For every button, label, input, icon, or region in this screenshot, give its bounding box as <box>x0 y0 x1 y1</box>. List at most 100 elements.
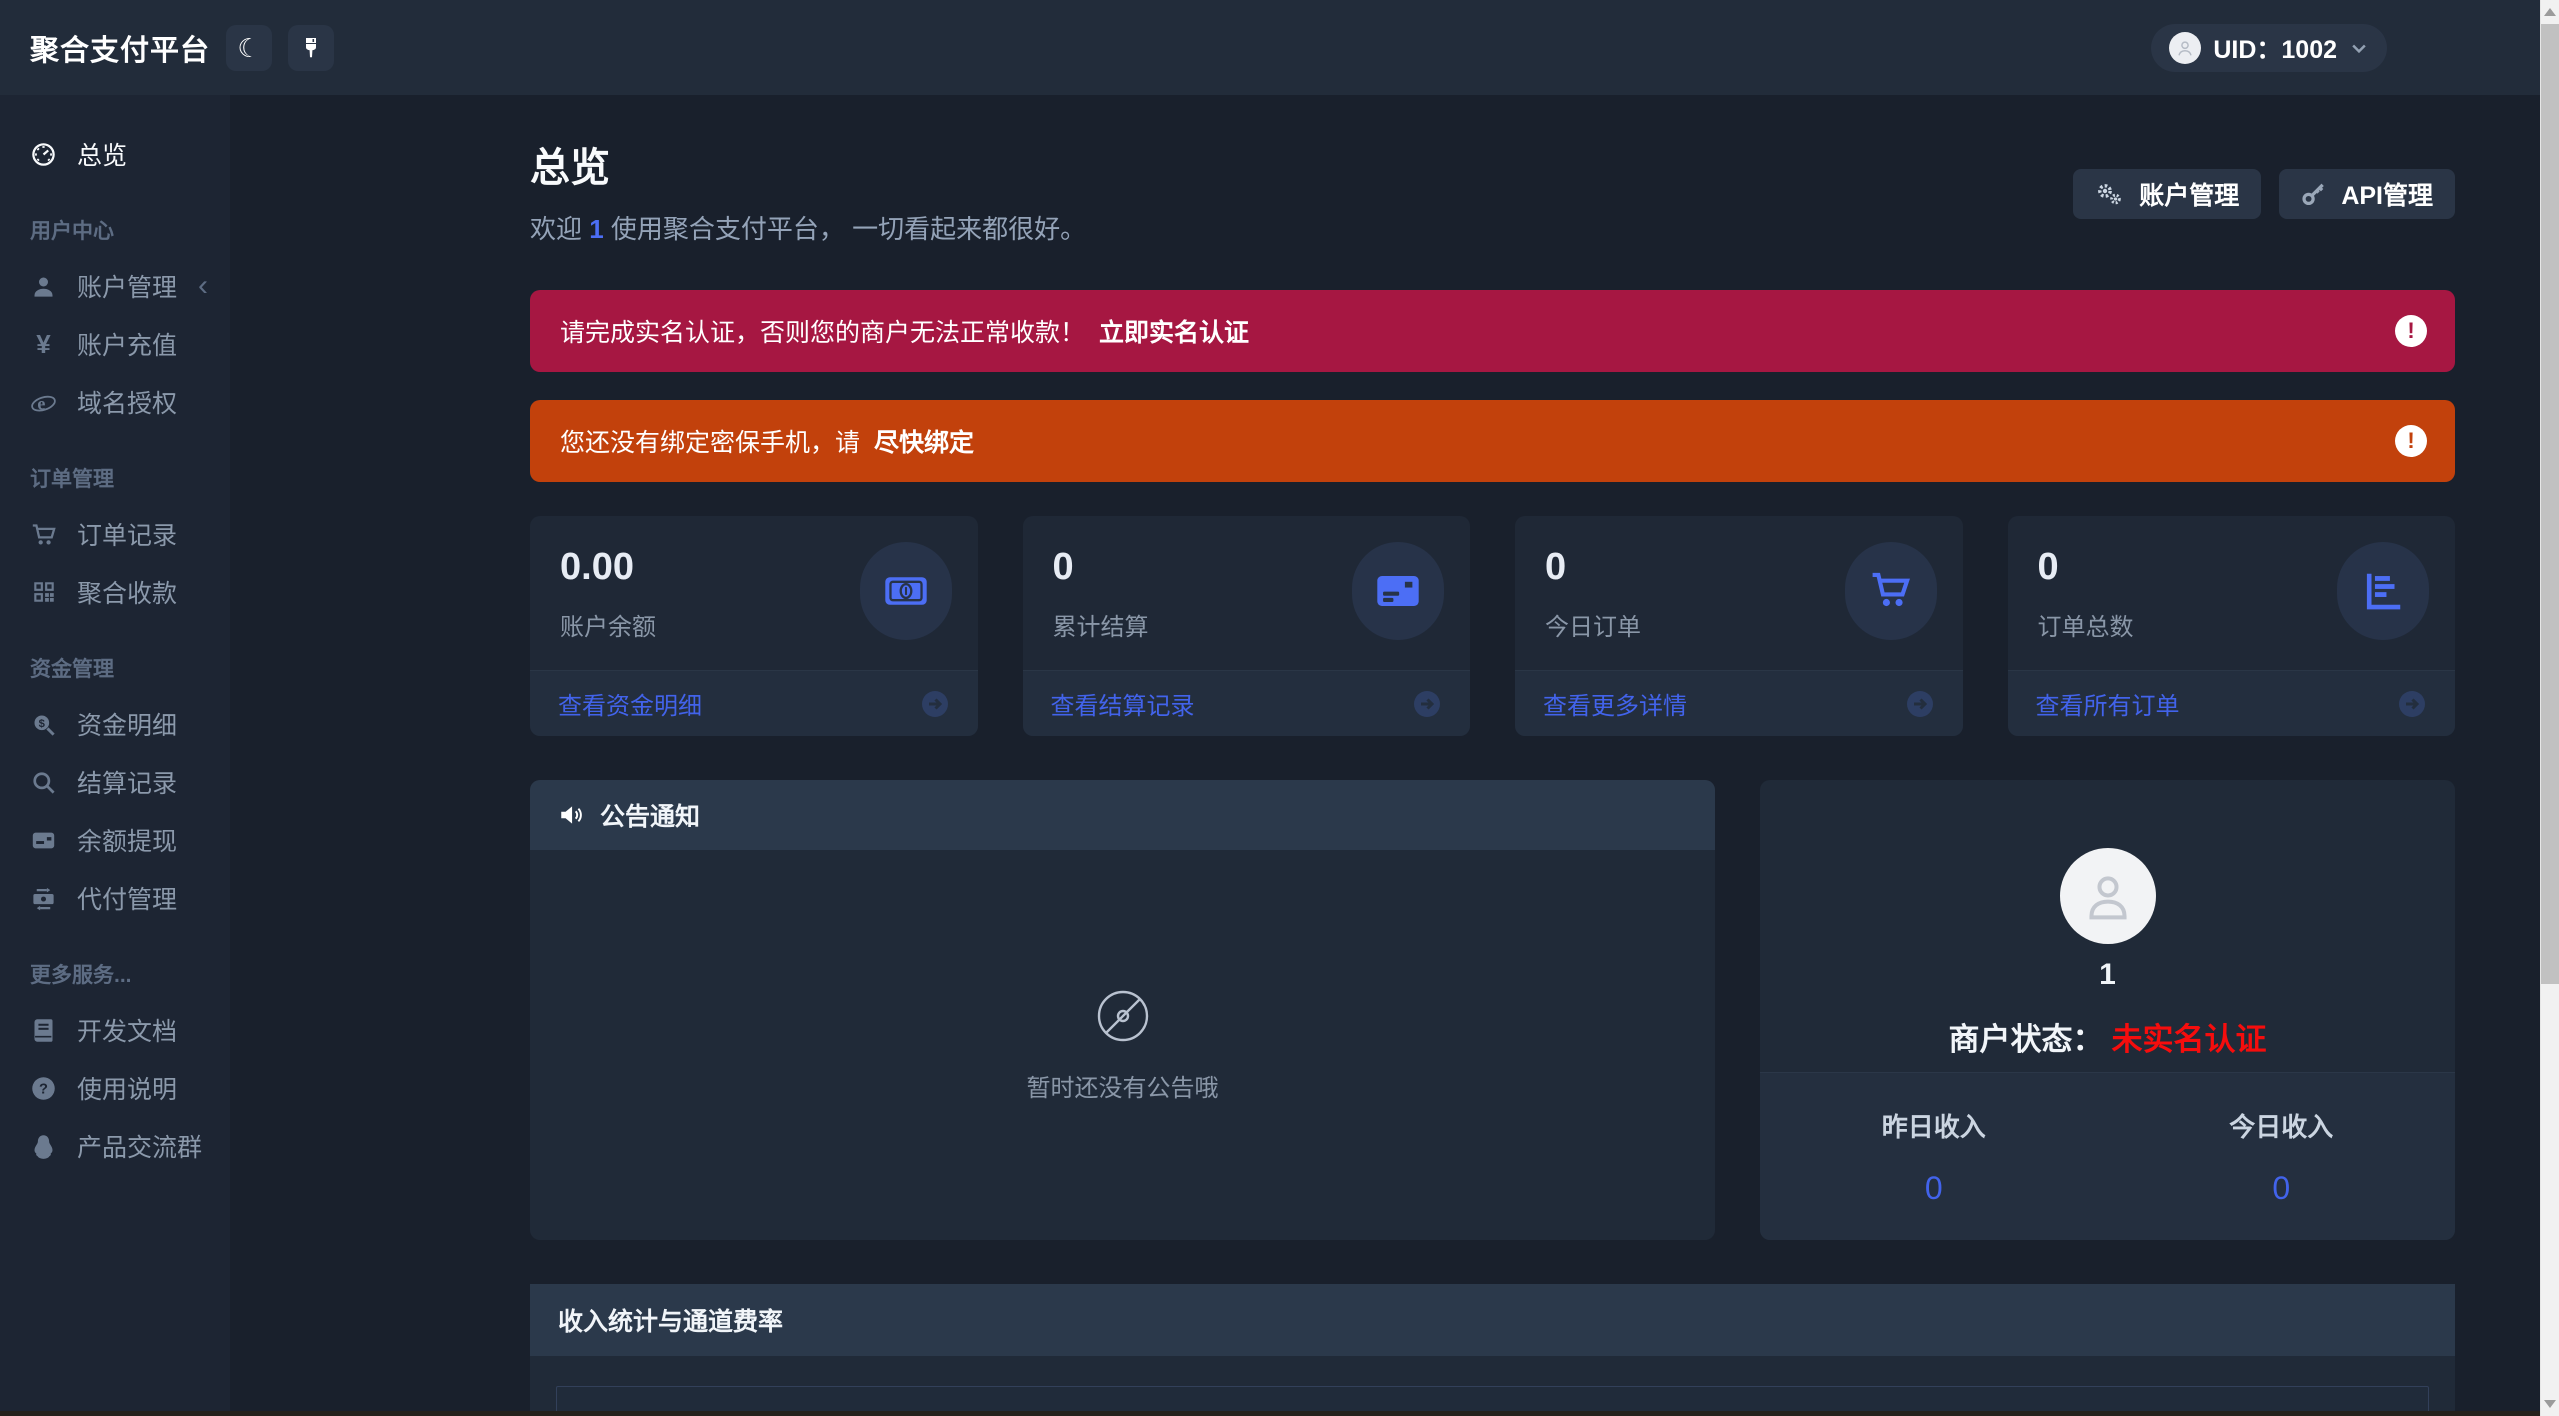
sidebar-item-label: 账户充值 <box>77 332 178 360</box>
sidebar-item-label: 使用说明 <box>77 1076 178 1104</box>
yesterday-income-value: 0 <box>1924 1169 1943 1206</box>
welcome-prefix: 欢迎 <box>530 214 590 244</box>
total-orders-footer-link[interactable]: 查看所有订单 <box>2007 670 2455 736</box>
gears-icon <box>2095 181 2125 207</box>
merchant-income-footer: 昨日收入 0 今日收入 0 <box>1760 1072 2455 1240</box>
stat-card-body: 0.00 账户余额 <box>530 516 978 670</box>
sidebar-item-label: 结算记录 <box>77 770 178 798</box>
user-menu[interactable]: UID：1002 <box>2151 24 2387 72</box>
sidebar-item-label: 订单记录 <box>77 522 178 550</box>
scrollbar-up-button[interactable] <box>2541 0 2559 24</box>
sidebar-item-label: 资金明细 <box>77 712 178 740</box>
sidebar-nav: 总览 用户中心 账户管理 ‹ ¥ 账户充值 e 域名授权 订单管理 订单记录 聚… <box>0 95 230 1416</box>
sidebar-item-label: 账户管理 <box>77 274 178 302</box>
page-actions: 账户管理 API管理 <box>2073 169 2455 219</box>
realname-alert-link[interactable]: 立即实名认证 <box>1099 313 1249 349</box>
page-header: 总览 欢迎 1 使用聚合支付平台， 一切看起来都很好。 账户管理 API管理 <box>530 135 2455 246</box>
chevron-left-icon: ‹ <box>198 269 208 302</box>
sidebar-item-usage-guide[interactable]: ? 使用说明 <box>0 1059 230 1117</box>
merchant-status-panel: 1 商户状态： 未实名认证 昨日收入 0 今日收入 0 <box>1760 780 2455 1240</box>
dark-mode-button[interactable]: ☾ <box>226 24 273 71</box>
cart-icon <box>1844 542 1937 640</box>
stat-card-settled: 0 累计结算 查看结算记录 <box>1022 516 1471 736</box>
sidebar-section-user-center: 用户中心 <box>30 220 114 243</box>
welcome-suffix: 使用聚合支付平台， 一切看起来都很好。 <box>603 214 1087 244</box>
today-orders-footer-link[interactable]: 查看更多详情 <box>1515 670 1963 736</box>
arrow-circle-right-icon <box>2397 689 2427 719</box>
sidebar-item-settle-records[interactable]: 结算记录 <box>0 753 230 811</box>
api-manage-button[interactable]: API管理 <box>2279 169 2455 219</box>
today-income-value: 0 <box>2272 1169 2291 1206</box>
sidebar-item-domain-auth[interactable]: e 域名授权 <box>0 373 230 431</box>
merchant-avatar <box>2059 848 2156 944</box>
account-manage-button[interactable]: 账户管理 <box>2073 169 2262 219</box>
arrow-circle-right-icon <box>1412 689 1442 719</box>
book-icon <box>30 1017 57 1044</box>
stat-card-balance: 0.00 账户余额 查看资金明细 <box>530 516 978 736</box>
income-stats-panel: 收入统计与通道费率 <box>530 1284 2455 1416</box>
income-stats-body <box>530 1356 2455 1416</box>
vertical-scrollbar[interactable] <box>2540 0 2559 1416</box>
announcement-empty-text: 暂时还没有公告哦 <box>1026 1074 1219 1102</box>
theme-button[interactable] <box>288 24 335 71</box>
sidebar-section-order-manage: 订单管理 <box>30 468 114 491</box>
credit-card-icon <box>30 827 57 854</box>
sidebar-item-label: 代付管理 <box>77 886 178 914</box>
account-manage-label: 账户管理 <box>2139 182 2240 210</box>
sidebar-item-label: 开发文档 <box>77 1018 178 1046</box>
sidebar-item-fund-details[interactable]: $ 资金明细 <box>0 695 230 753</box>
scrollbar-down-button[interactable] <box>2541 1392 2559 1416</box>
sidebar-item-label: 聚合收款 <box>77 580 178 608</box>
api-manage-label: API管理 <box>2341 182 2433 210</box>
sidebar-item-dev-docs[interactable]: 开发文档 <box>0 1001 230 1059</box>
settled-footer-link[interactable]: 查看结算记录 <box>1022 670 1470 736</box>
uid-label: UID：1002 <box>2213 36 2337 64</box>
announcement-panel: 公告通知 暂时还没有公告哦 <box>530 780 1715 1240</box>
welcome-uid: 1 <box>589 214 604 244</box>
sidebar-item-label: 余额提现 <box>77 828 178 856</box>
key-icon <box>2301 181 2327 207</box>
chevron-down-icon <box>2349 38 2369 58</box>
sidebar-item-account-recharge[interactable]: ¥ 账户充值 <box>0 315 230 373</box>
stat-card-body: 0 今日订单 <box>1515 516 1963 670</box>
sidebar-item-balance-withdraw[interactable]: 余额提现 <box>0 811 230 869</box>
cart-icon <box>30 521 57 548</box>
globe-e-icon: e <box>30 389 57 416</box>
no-disc-icon <box>1095 988 1151 1044</box>
income-stats-header: 收入统计与通道费率 <box>530 1284 2455 1356</box>
merchant-status-label: 商户状态： <box>1948 1022 2104 1057</box>
balance-link-label[interactable]: 查看资金明细 <box>558 686 702 721</box>
sidebar-item-label: 域名授权 <box>77 390 178 418</box>
phone-bind-alert-link[interactable]: 尽快绑定 <box>874 423 974 459</box>
user-icon <box>30 273 57 300</box>
yesterday-income-label: 昨日收入 <box>1881 1111 1986 1142</box>
yesterday-income: 昨日收入 0 <box>1760 1073 2108 1240</box>
arrow-circle-right-icon <box>920 689 950 719</box>
phone-bind-alert-text: 您还没有绑定密保手机，请 <box>560 429 861 457</box>
sidebar-section-more-services: 更多服务... <box>30 964 132 987</box>
sidebar-item-aggregate-collect[interactable]: 聚合收款 <box>0 563 230 621</box>
balance-footer-link[interactable]: 查看资金明细 <box>530 670 978 736</box>
sidebar-item-account-manage[interactable]: 账户管理 ‹ <box>0 257 230 315</box>
stat-card-body: 0 累计结算 <box>1023 516 1471 670</box>
scrollbar-thumb[interactable] <box>2541 24 2559 984</box>
sidebar-item-product-group[interactable]: 产品交流群 <box>0 1117 230 1175</box>
total-orders-link-label[interactable]: 查看所有订单 <box>2036 686 2180 721</box>
sidebar-item-payout-manage[interactable]: 代付管理 <box>0 869 230 927</box>
realname-alert-text: 请完成实名认证，否则您的商户无法正常收款！ <box>560 319 1086 347</box>
today-orders-link-label[interactable]: 查看更多详情 <box>1543 686 1687 721</box>
sidebar-item-overview[interactable]: 总览 <box>0 125 230 183</box>
phone-bind-alert: 您还没有绑定密保手机，请 尽快绑定 ! <box>530 400 2455 482</box>
speaker-icon <box>558 802 584 828</box>
brush-icon <box>299 36 323 60</box>
sidebar-item-order-records[interactable]: 订单记录 <box>0 505 230 563</box>
window-bottom-edge <box>0 1411 2559 1416</box>
money-bill-icon <box>859 542 952 640</box>
welcome-text: 欢迎 1 使用聚合支付平台， 一切看起来都很好。 <box>530 209 1086 246</box>
stat-card-today-orders: 0 今日订单 查看更多详情 <box>1515 516 1963 736</box>
svg-text:e: e <box>37 393 45 413</box>
triangle-down-icon <box>2544 1400 2556 1408</box>
exclamation-circle-icon: ! <box>2395 425 2427 457</box>
realname-alert: 请完成实名认证，否则您的商户无法正常收款！ 立即实名认证 ! <box>530 290 2455 372</box>
settled-link-label[interactable]: 查看结算记录 <box>1051 686 1195 721</box>
